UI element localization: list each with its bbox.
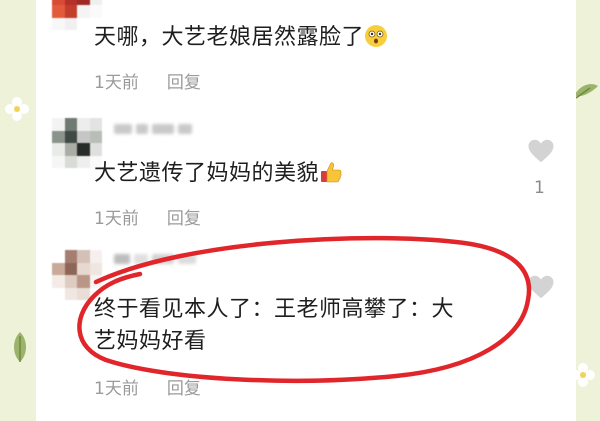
comment-text: 终于看见本人了：王老师高攀了：大 艺妈妈好看 (94, 297, 455, 354)
comment-text: 天哪，大艺老娘居然露脸了 (94, 22, 484, 54)
astonished-face-icon (365, 25, 388, 47)
like-count: 1 (534, 178, 545, 198)
reply-button[interactable]: 回复 (167, 374, 201, 399)
username[interactable] (114, 124, 204, 138)
thumbs-up-icon (321, 162, 342, 183)
comment-meta: 1天前 回复 (94, 374, 201, 399)
comment-card: 天哪，大艺老娘居然露脸了 1天前 回复 大艺遗传了妈妈的美貌 1天前 回复 1 (36, 0, 576, 421)
comment-meta: 1天前 回复 (94, 68, 201, 93)
reply-button[interactable]: 回复 (167, 68, 201, 93)
like-heart-icon[interactable] (526, 272, 556, 302)
leaf-decoration-icon (574, 84, 598, 99)
avatar[interactable] (52, 250, 102, 300)
comment-meta: 1天前 回复 (94, 204, 201, 229)
leaf-decoration-icon (14, 332, 26, 362)
flower-decoration-icon (5, 97, 29, 121)
comment-time: 1天前 (94, 73, 139, 93)
comment-time: 1天前 (94, 209, 139, 229)
like-heart-icon[interactable] (526, 136, 556, 166)
comment-text: 大艺遗传了妈妈的美貌 (94, 158, 484, 190)
reply-button[interactable]: 回复 (167, 204, 201, 229)
comment-time: 1天前 (94, 379, 139, 399)
username[interactable] (114, 254, 204, 268)
